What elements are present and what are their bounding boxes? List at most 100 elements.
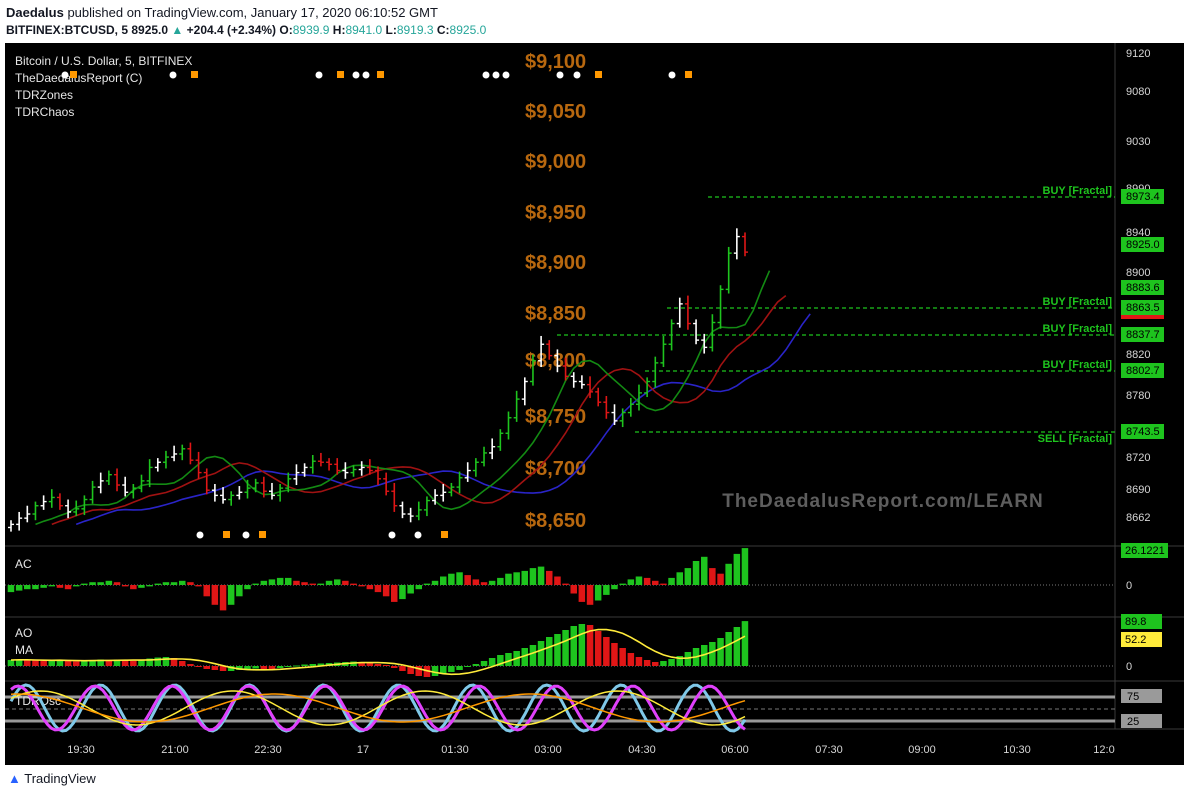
- ac-histogram-bar: [570, 585, 577, 594]
- ao-histogram-bar: [546, 637, 553, 666]
- signal-dot: [414, 531, 422, 539]
- ac-histogram-bar: [578, 585, 586, 602]
- ac-histogram-bar: [619, 583, 626, 585]
- legend-item-tdrchaos[interactable]: TDRChaos: [15, 105, 74, 119]
- price-tag-fractal-1-text: 8973.4: [1126, 191, 1160, 203]
- close-label: C:: [436, 23, 450, 37]
- ac-histogram-bar: [203, 585, 210, 597]
- ao-histogram-bar: [562, 630, 569, 666]
- ac-histogram-bar: [497, 577, 504, 585]
- ao-histogram-bar: [211, 666, 219, 670]
- ac-histogram-bar: [121, 585, 129, 587]
- price-tick: 9080: [1126, 86, 1150, 98]
- ac-histogram-bar: [741, 548, 749, 585]
- ac-histogram-bar: [562, 583, 569, 585]
- price-tag-fractal-2-text: 8863.5: [1126, 302, 1160, 314]
- publisher-name[interactable]: Daedalus: [6, 5, 64, 20]
- signal-square: [685, 71, 692, 78]
- price-tick: 9120: [1126, 48, 1150, 60]
- ac-histogram-bar: [15, 585, 23, 591]
- generated-marks: [7, 228, 811, 733]
- signal-dot: [668, 71, 676, 79]
- ao-histogram-bar: [717, 638, 724, 666]
- ao-histogram-bar: [309, 664, 316, 666]
- ac-histogram-bar: [317, 583, 325, 585]
- time-tick: 03:00: [534, 744, 562, 756]
- ac-histogram-bar: [48, 585, 55, 587]
- chart-area[interactable]: TheDaedalusReport.com/LEARN Bitcoin / U.…: [5, 43, 1184, 765]
- signal-square: [191, 71, 198, 78]
- ac-histogram-bar: [537, 566, 545, 585]
- ac-histogram-bar: [594, 585, 602, 601]
- price-tick: 8690: [1126, 484, 1150, 496]
- signal-square: [223, 531, 230, 538]
- ac-histogram-bar: [480, 582, 488, 585]
- time-tick: 07:30: [815, 744, 843, 756]
- legend-item-daedalus[interactable]: TheDaedalusReport (C): [15, 71, 142, 85]
- ac-histogram-bar: [73, 585, 80, 587]
- fractal-levels[interactable]: BUY [Fractal] BUY [Fractal] BUY [Fractal…: [557, 185, 1164, 445]
- ac-histogram-bar: [652, 580, 659, 585]
- price-tag-fractal-3-text: 8837.7: [1126, 329, 1160, 341]
- ac-histogram-bar: [448, 573, 455, 585]
- ao-histogram-bar: [537, 641, 545, 666]
- ac-histogram-bar: [374, 585, 382, 593]
- price-tick: 8820: [1126, 349, 1150, 361]
- close-value: 8925.0: [449, 23, 487, 37]
- time-tick: 04:30: [628, 744, 656, 756]
- ac-histogram-bar: [415, 585, 422, 590]
- ao-histogram-bar: [570, 626, 577, 666]
- ac-histogram-bar: [89, 582, 96, 585]
- ao-histogram-bar: [448, 666, 455, 672]
- open-label: O:: [279, 23, 293, 37]
- signal-dot: [502, 71, 510, 79]
- signal-dot: [242, 531, 250, 539]
- ac-histogram-bar: [334, 579, 341, 585]
- footer-brand[interactable]: ▲ TradingView: [8, 771, 96, 786]
- ac-histogram-bar: [40, 585, 47, 588]
- ao-histogram-bar: [260, 666, 268, 669]
- ac-histogram-bar: [513, 572, 520, 585]
- legend-item-tdrzones[interactable]: TDRZones: [15, 88, 73, 102]
- publish-line: Daedalus published on TradingView.com, J…: [6, 5, 438, 20]
- ac-histogram-bar: [709, 568, 716, 585]
- signal-dot: [492, 71, 500, 79]
- signal-dot: [573, 71, 581, 79]
- annotation-labels: $9,100 $9,050 $9,000 $8,950 $8,900 $8,85…: [525, 51, 586, 532]
- ao-histogram-bar: [554, 634, 561, 666]
- ac-histogram-bar: [407, 585, 414, 594]
- ao-histogram-bar: [130, 661, 137, 666]
- ao-ma-tag-text: 52.2: [1125, 634, 1146, 646]
- ac-histogram-bar: [725, 563, 732, 585]
- chart-canvas[interactable]: TheDaedalusReport.com/LEARN Bitcoin / U.…: [5, 43, 1184, 765]
- ao-histogram-bar: [391, 666, 398, 668]
- time-tick: 06:00: [721, 744, 749, 756]
- fractal-label-buy-2: BUY [Fractal]: [1043, 296, 1113, 308]
- ac-histogram-bar: [325, 580, 333, 585]
- time-axis[interactable]: 19:30 21:00 22:30 17 01:30 03:00 04:30 0…: [67, 744, 1114, 756]
- ac-histogram-bar: [179, 580, 186, 585]
- ac-histogram-bar: [146, 585, 153, 587]
- ao-histogram-bar: [431, 666, 439, 676]
- ao-histogram-bar: [121, 660, 129, 666]
- ao-histogram-bar: [195, 666, 202, 667]
- ao-histogram-bar: [709, 642, 716, 666]
- fractal-label-buy-1: BUY [Fractal]: [1043, 185, 1113, 197]
- osc-25-tag-text: 25: [1127, 716, 1139, 728]
- ao-histogram-bar: [374, 664, 382, 666]
- ao-histogram-bar: [64, 661, 72, 666]
- up-arrow-icon: ▲: [171, 23, 184, 37]
- ac-histogram-bar: [293, 580, 300, 585]
- ac-histogram-bar: [81, 583, 88, 585]
- ac-histogram-bar: [472, 579, 480, 585]
- ao-histogram-bar: [643, 660, 651, 666]
- ac-histogram-bar: [546, 570, 553, 585]
- ao-histogram-bar: [293, 665, 300, 667]
- ao-histogram-bar: [594, 631, 602, 666]
- watermark-text: TheDaedalusReport.com/LEARN: [722, 491, 1044, 512]
- ao-histogram-bar: [635, 657, 643, 666]
- signal-square: [70, 71, 77, 78]
- price-tag-fractal-sell-text: 8743.5: [1126, 426, 1160, 438]
- time-tick: 01:30: [441, 744, 469, 756]
- ac-histogram-bar: [227, 585, 235, 605]
